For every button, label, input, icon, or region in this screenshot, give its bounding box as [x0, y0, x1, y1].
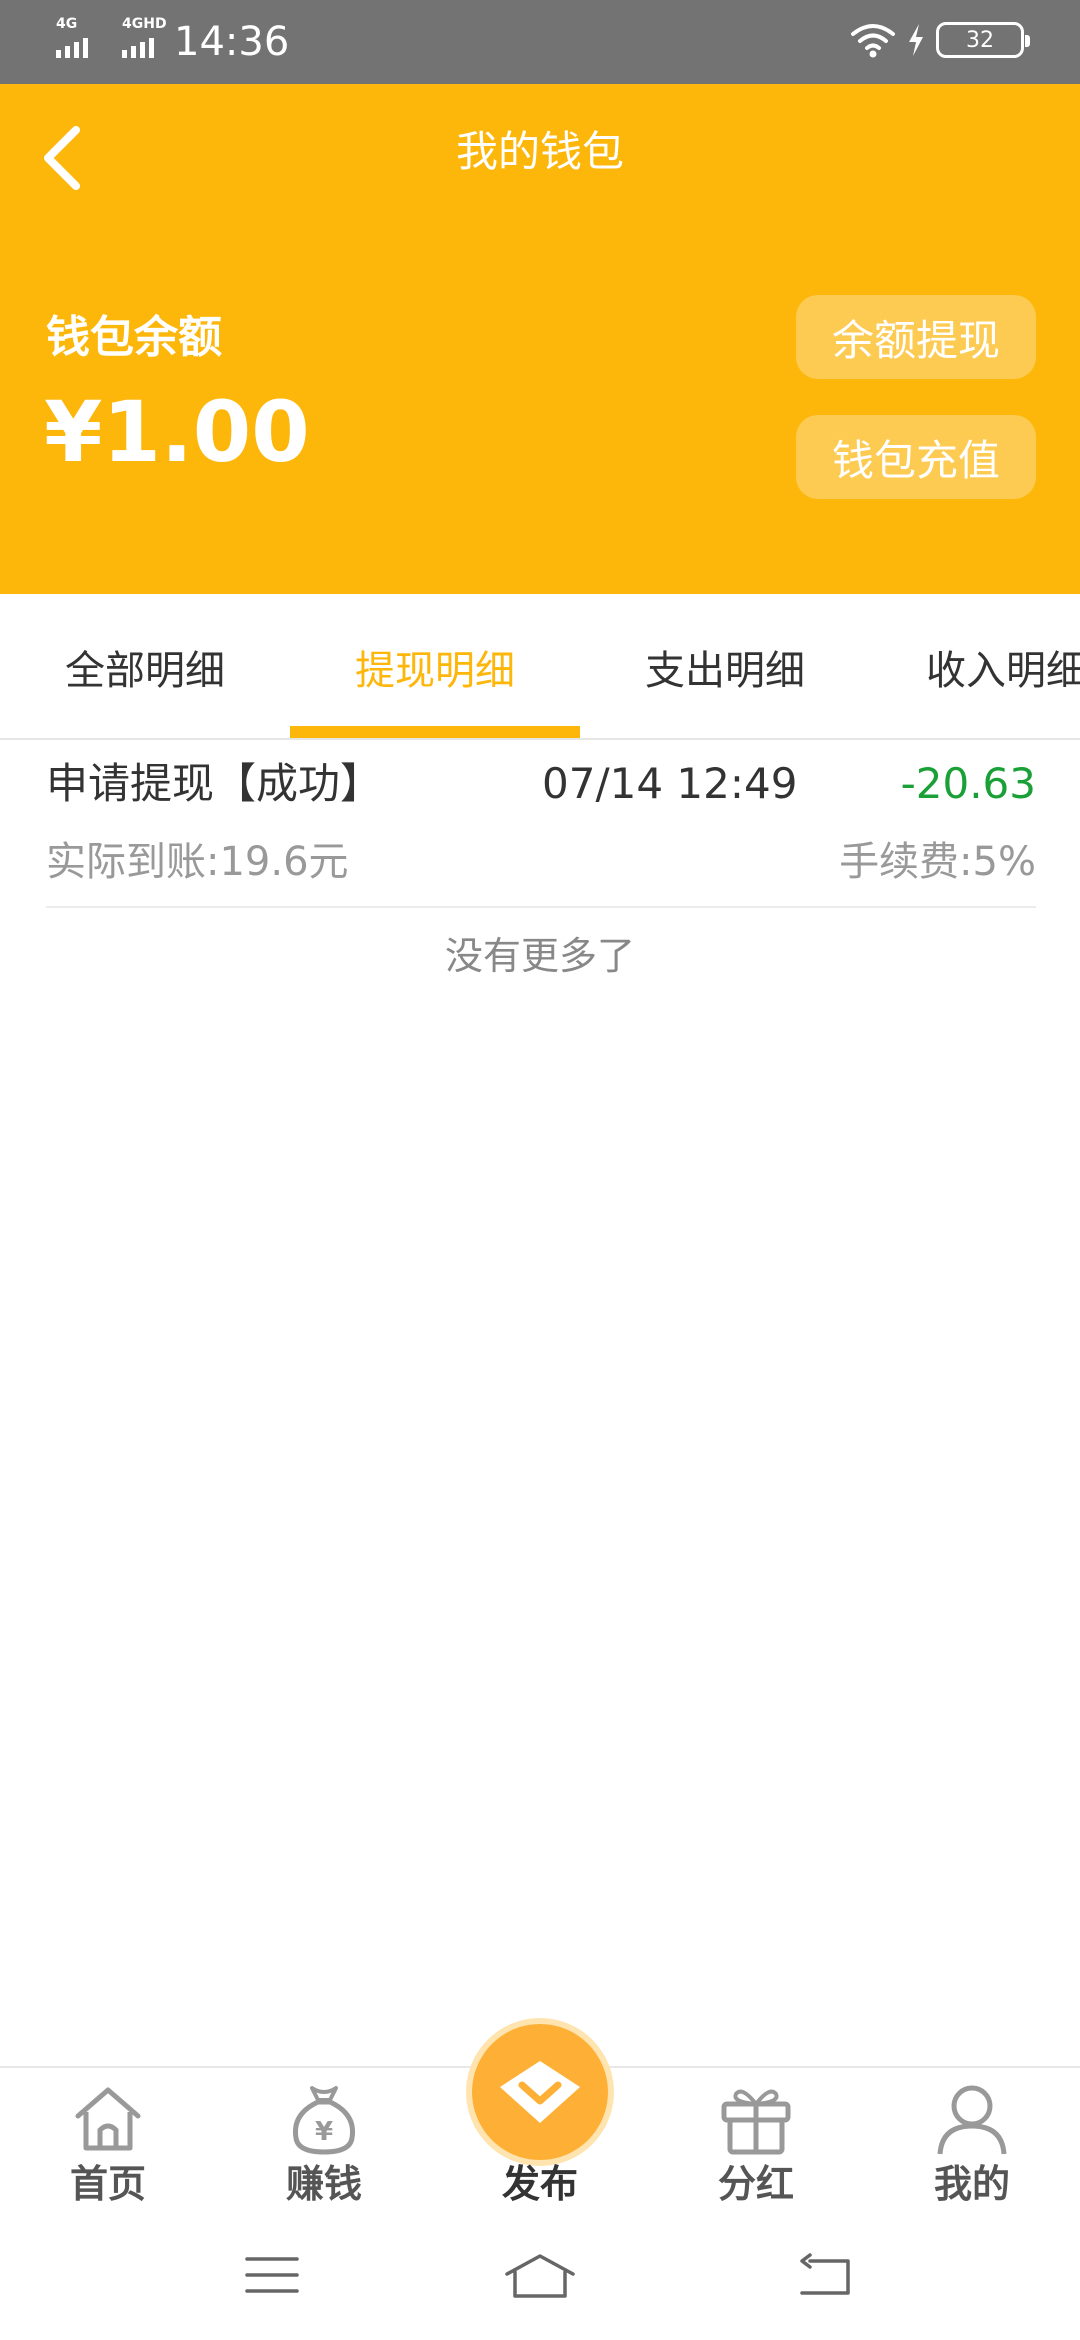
record-amount: -20.63 [900, 759, 1036, 808]
nav-label: 赚钱 [285, 2162, 362, 2206]
detail-tabs: 全部明细 提现明细 支出明细 收入明细 [0, 594, 1080, 740]
battery-icon: 32 [936, 22, 1030, 58]
withdraw-button[interactable]: 余额提现 [796, 295, 1036, 379]
wallet-header: 我的钱包 钱包余额 ¥1.00 余额提现 钱包充值 [0, 84, 1080, 594]
tab-withdraw-details[interactable]: 提现明细 [290, 594, 580, 738]
gift-icon [721, 2089, 791, 2155]
nav-label: 首页 [69, 2162, 146, 2206]
signal-icon: 4GHD [122, 16, 170, 60]
record-actual-amount: 实际到账:19.6元 [46, 839, 349, 885]
bottom-nav: 首页 ¥ 赚钱 发布 分红 我的 [0, 2024, 1080, 2218]
menu-icon [245, 2257, 299, 2293]
tab-all-details[interactable]: 全部明细 [0, 594, 290, 738]
publish-icon [500, 2061, 580, 2123]
record-fee: 手续费:5% [839, 839, 1036, 885]
system-menu-button[interactable] [232, 2240, 312, 2310]
signal-group: 4G 4GHD [56, 16, 170, 60]
tab-income-details[interactable]: 收入明细 [868, 594, 1080, 738]
record-time: 07/14 12:49 [542, 759, 798, 808]
wallet-page: 4G 4GHD 14:36 32 我的钱包 钱包余额 ¥1.00 余额提现 钱包… [0, 0, 1080, 2340]
nav-label: 我的 [933, 2162, 1010, 2206]
balance-amount: ¥1.00 [44, 383, 310, 481]
nav-item-earn[interactable]: ¥ 赚钱 [216, 2068, 432, 2218]
tab-expense-details[interactable]: 支出明细 [580, 594, 870, 738]
page-title: 我的钱包 [455, 127, 624, 176]
home-outline-icon [505, 2254, 575, 2298]
nav-label: 发布 [501, 2162, 578, 2206]
status-bar: 4G 4GHD 14:36 32 [0, 0, 1080, 84]
tab-label: 提现明细 [355, 648, 515, 694]
signal-label: 4GHD [122, 16, 167, 32]
back-arrow-icon [800, 2253, 850, 2295]
nav-label: 分红 [717, 2162, 794, 2206]
charging-icon [909, 24, 923, 56]
publish-button[interactable] [472, 2024, 608, 2160]
nav-item-home[interactable]: 首页 [0, 2068, 216, 2218]
tab-label: 全部明细 [65, 648, 225, 694]
no-more-text: 没有更多了 [444, 934, 635, 978]
signal-icon: 4G [56, 16, 104, 60]
tab-label: 支出明细 [645, 648, 805, 694]
nav-item-mine[interactable]: 我的 [864, 2068, 1080, 2218]
record-title: 申请提现【成功】 [46, 759, 383, 808]
nav-item-publish[interactable]: 发布 [432, 2024, 648, 2218]
signal-label: 4G [56, 16, 78, 32]
recharge-button[interactable]: 钱包充值 [796, 415, 1036, 499]
status-right: 32 [850, 22, 1030, 58]
system-nav-bar [0, 2216, 1080, 2340]
user-icon [937, 2085, 1007, 2155]
battery-level: 32 [966, 27, 994, 53]
list-item[interactable]: 申请提现【成功】 07/14 12:49 -20.63 实际到账:19.6元 手… [46, 742, 1036, 908]
system-back-button[interactable] [784, 2240, 864, 2310]
tab-label: 收入明细 [926, 648, 1080, 694]
home-icon [75, 2087, 141, 2151]
money-bag-icon: ¥ [292, 2086, 356, 2155]
balance-label: 钱包余额 [46, 312, 222, 363]
status-time: 14:36 [174, 19, 290, 65]
wifi-icon [851, 24, 895, 58]
active-tab-indicator [290, 726, 580, 738]
system-home-button[interactable] [500, 2240, 580, 2310]
svg-text:¥: ¥ [315, 2117, 333, 2147]
nav-item-dividend[interactable]: 分红 [648, 2068, 864, 2218]
